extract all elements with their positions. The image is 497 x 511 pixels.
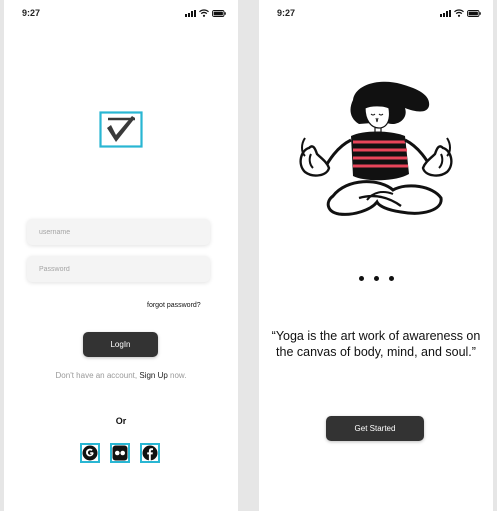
google-login-button[interactable]	[80, 443, 100, 463]
login-screen: 9:27 forgot password? LogIn Don't have a…	[4, 0, 238, 511]
username-input[interactable]	[27, 219, 210, 245]
or-divider-label: Or	[115, 416, 127, 426]
flickr-icon	[112, 445, 128, 461]
facebook-login-button[interactable]	[140, 443, 160, 463]
page-dot[interactable]	[358, 276, 364, 281]
signal-icon	[185, 9, 196, 17]
page-dot[interactable]	[388, 276, 394, 281]
app-logo	[99, 111, 143, 148]
status-time: 9:27	[22, 8, 41, 18]
battery-icon	[212, 9, 226, 17]
login-button[interactable]: LogIn	[83, 332, 158, 357]
page-dot[interactable]	[373, 276, 379, 281]
google-icon	[82, 445, 98, 461]
yoga-illustration	[283, 78, 469, 220]
password-input[interactable]	[27, 256, 210, 282]
signal-icon	[440, 9, 451, 17]
get-started-button[interactable]: Get Started	[326, 416, 424, 441]
signup-prompt: Don't have an account, Sign Up now.	[4, 371, 238, 380]
status-time: 9:27	[277, 8, 296, 18]
flickr-login-button[interactable]	[110, 443, 130, 463]
page-indicator[interactable]	[259, 276, 493, 281]
signup-link[interactable]: Sign Up	[139, 371, 167, 380]
signup-prefix: Don't have an account,	[55, 371, 140, 380]
forgot-password-link[interactable]: forgot password?	[147, 302, 201, 309]
signup-suffix: now.	[167, 371, 187, 380]
status-icons	[185, 9, 226, 17]
facebook-icon	[142, 445, 158, 461]
status-bar: 9:27	[259, 8, 493, 22]
wifi-icon	[199, 9, 209, 17]
onboarding-screen: 9:27 “Yoga is the art work of awareness …	[259, 0, 493, 511]
status-icons	[440, 9, 481, 17]
status-bar: 9:27	[4, 8, 238, 22]
yoga-quote: “Yoga is the art work of awareness on th…	[271, 329, 481, 359]
battery-icon	[467, 9, 481, 17]
wifi-icon	[454, 9, 464, 17]
